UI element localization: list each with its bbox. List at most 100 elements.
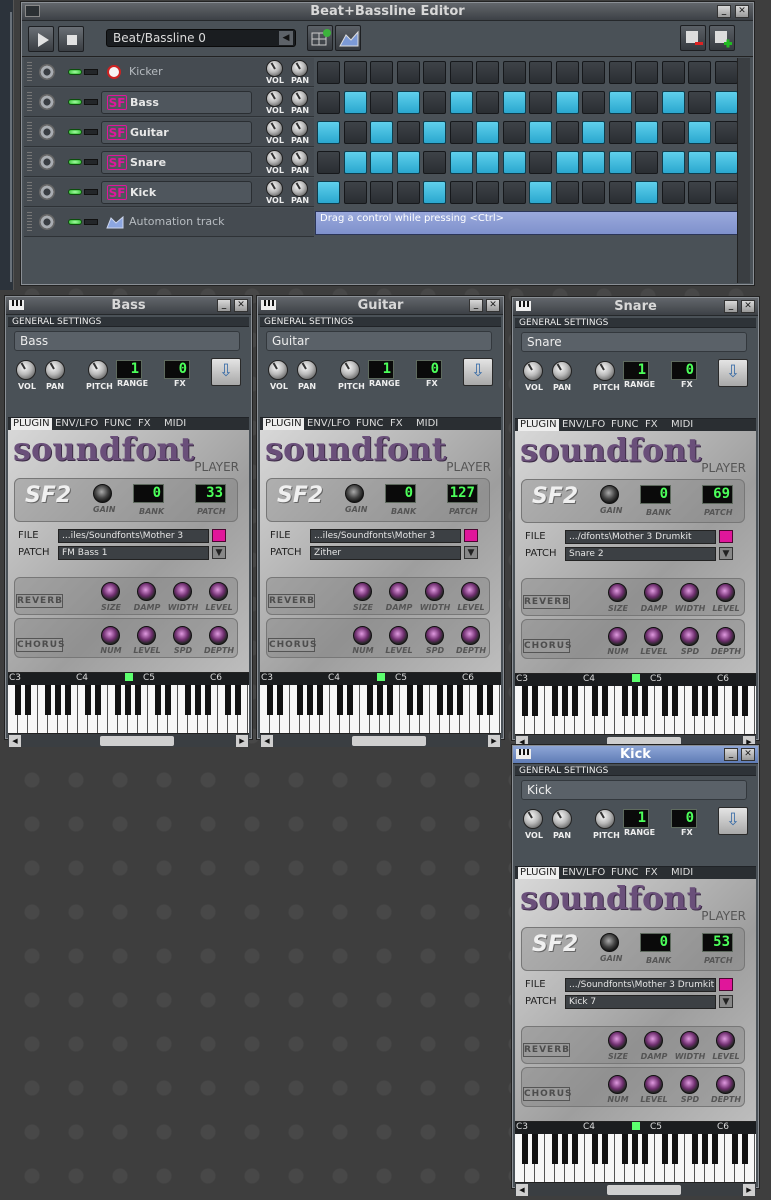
bank-display[interactable]: 0 [385, 484, 416, 503]
close-icon[interactable]: ✕ [486, 299, 500, 312]
track-name-button[interactable]: SF Guitar [101, 121, 252, 144]
mute-led[interactable] [68, 129, 82, 135]
patch-display[interactable]: 127 [447, 484, 478, 503]
minimize-icon[interactable]: _ [469, 299, 483, 312]
base-note-marker[interactable] [377, 673, 385, 681]
step-button[interactable] [370, 151, 393, 174]
black-key[interactable] [477, 685, 483, 715]
chorus-level-knob[interactable] [644, 627, 663, 646]
black-key[interactable] [692, 1134, 698, 1164]
scroll-right-icon[interactable]: ▶ [743, 1184, 755, 1196]
black-key[interactable] [85, 685, 91, 715]
chorus-level-knob[interactable] [389, 626, 408, 645]
solo-toggle[interactable] [84, 159, 98, 165]
step-button[interactable] [396, 121, 420, 144]
mute-led[interactable] [68, 189, 82, 195]
chorus-depth-knob[interactable] [461, 626, 480, 645]
close-icon[interactable]: ✕ [741, 300, 755, 313]
step-button[interactable] [476, 181, 499, 204]
save-preset-button[interactable]: ⇩ [718, 807, 748, 835]
reverb-level-knob[interactable] [209, 582, 228, 601]
tab-env-lfo[interactable]: ENV/LFO [562, 867, 605, 879]
play-button[interactable] [28, 26, 54, 52]
tab-func[interactable]: FUNC [611, 419, 639, 431]
step-button[interactable] [343, 151, 367, 174]
instrument-name-field[interactable]: Snare [521, 332, 747, 352]
step-button[interactable] [502, 61, 526, 84]
gear-icon[interactable] [39, 184, 55, 200]
black-key[interactable] [367, 685, 373, 715]
black-key[interactable] [45, 685, 51, 715]
mute-led[interactable] [68, 219, 82, 225]
tab-env-lfo[interactable]: ENV/LFO [307, 418, 350, 430]
minimize-icon[interactable]: _ [217, 299, 231, 312]
black-key[interactable] [457, 685, 463, 715]
track-name-button[interactable]: SF Snare [101, 151, 252, 174]
step-button[interactable] [529, 91, 552, 114]
step-button[interactable] [423, 181, 446, 204]
step-button[interactable] [317, 181, 340, 204]
black-key[interactable] [602, 1134, 608, 1164]
instrument-titlebar[interactable]: Guitar _ ✕ [258, 297, 503, 315]
step-button[interactable] [688, 121, 711, 144]
step-button[interactable] [608, 181, 632, 204]
black-key[interactable] [165, 685, 171, 715]
chorus-spd-knob[interactable] [680, 627, 699, 646]
fx-display[interactable]: 0 [671, 809, 697, 828]
reverb-size-knob[interactable] [608, 1031, 627, 1050]
tab-env-lfo[interactable]: ENV/LFO [562, 419, 605, 431]
gain-knob[interactable] [600, 485, 619, 504]
black-key[interactable] [532, 1134, 538, 1164]
step-button[interactable] [343, 121, 367, 144]
step-button[interactable] [555, 61, 579, 84]
tab-func[interactable]: FUNC [611, 867, 639, 879]
reverb-damp-knob[interactable] [137, 582, 156, 601]
reverb-toggle[interactable]: REVERB [523, 595, 570, 609]
volume-knob[interactable] [523, 809, 543, 829]
soundfont-file-field[interactable]: .../dfonts\Mother 3 Drumkit [565, 530, 716, 544]
open-file-button[interactable] [719, 978, 733, 991]
step-button[interactable] [582, 91, 605, 114]
step-button[interactable] [370, 121, 393, 144]
track-name-button[interactable]: SF Bass [101, 91, 252, 114]
chorus-spd-knob[interactable] [680, 1075, 699, 1094]
step-button[interactable] [582, 151, 605, 174]
step-button[interactable] [688, 61, 711, 84]
step-button[interactable] [661, 91, 685, 114]
step-button[interactable] [423, 91, 446, 114]
black-key[interactable] [662, 686, 668, 716]
black-key[interactable] [337, 685, 343, 715]
black-key[interactable] [347, 685, 353, 715]
drag-handle-icon[interactable] [27, 62, 32, 83]
volume-knob[interactable] [266, 180, 283, 197]
gear-icon[interactable] [39, 124, 55, 140]
fx-display[interactable]: 0 [416, 360, 442, 379]
close-icon[interactable]: ✕ [741, 748, 755, 761]
reverb-size-knob[interactable] [101, 582, 120, 601]
step-button[interactable] [529, 181, 552, 204]
scroll-left-icon[interactable]: ◀ [261, 735, 273, 747]
step-button[interactable] [635, 151, 658, 174]
save-preset-button[interactable]: ⇩ [211, 358, 241, 386]
solo-toggle[interactable] [84, 99, 98, 105]
step-button[interactable] [423, 151, 446, 174]
black-key[interactable] [155, 685, 161, 715]
chorus-num-knob[interactable] [101, 626, 120, 645]
black-key[interactable] [522, 1134, 528, 1164]
black-key[interactable] [447, 685, 453, 715]
step-button[interactable] [396, 151, 420, 174]
mute-led[interactable] [68, 69, 82, 75]
tab-midi[interactable]: MIDI [671, 867, 693, 879]
range-display[interactable]: 1 [623, 361, 649, 380]
step-button[interactable] [476, 151, 499, 174]
track-name-button[interactable]: SF Kick [101, 181, 252, 204]
step-button[interactable] [449, 91, 473, 114]
step-button[interactable] [370, 181, 393, 204]
patch-display[interactable]: 69 [702, 485, 733, 504]
tab-plugin[interactable]: PLUGIN [263, 418, 304, 430]
black-key[interactable] [622, 686, 628, 716]
chorus-level-knob[interactable] [137, 626, 156, 645]
step-button[interactable] [714, 181, 738, 204]
step-button[interactable] [370, 91, 393, 114]
chorus-spd-knob[interactable] [173, 626, 192, 645]
